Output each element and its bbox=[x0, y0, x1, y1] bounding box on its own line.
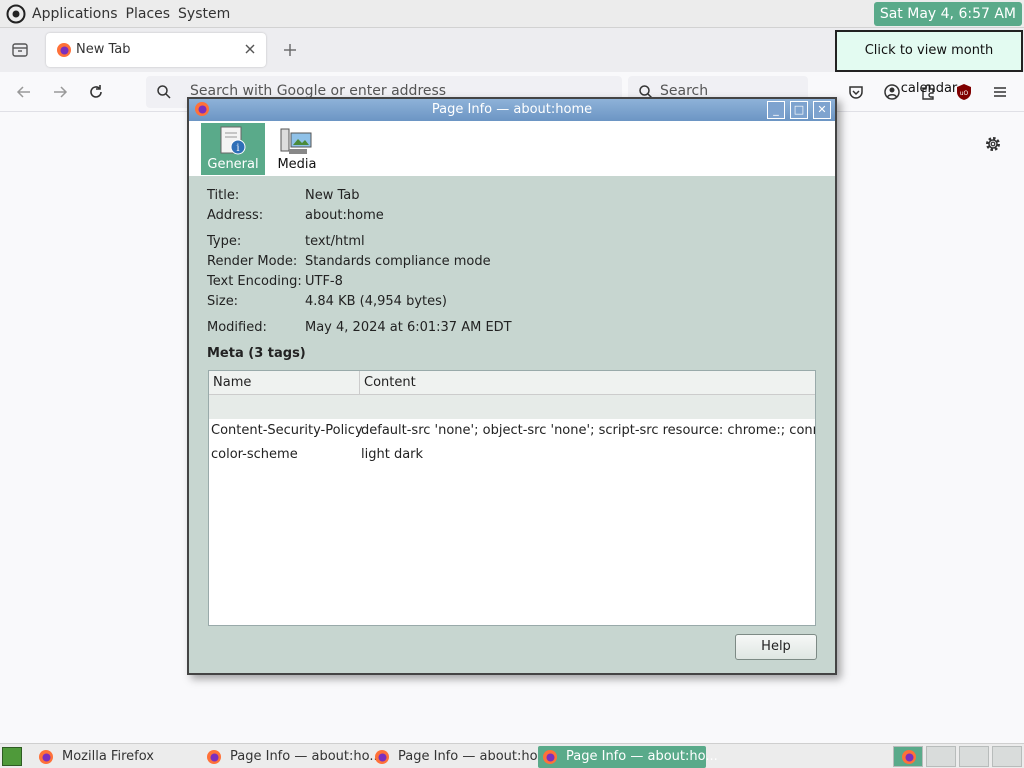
top-panel: Applications Places System Sat May 4, 6:… bbox=[0, 0, 1024, 28]
table-row[interactable]: color-scheme light dark bbox=[209, 443, 815, 467]
firefox-icon bbox=[39, 750, 53, 764]
firefox-icon bbox=[902, 750, 916, 764]
new-tab-plus-icon[interactable] bbox=[280, 40, 300, 60]
media-icon bbox=[280, 128, 312, 154]
workspace-1[interactable] bbox=[893, 746, 923, 767]
firefox-icon bbox=[57, 43, 71, 57]
task-page-info-1[interactable]: Page Info — about:ho... bbox=[202, 746, 382, 768]
gear-icon[interactable] bbox=[983, 134, 1003, 154]
show-desktop-icon[interactable] bbox=[2, 747, 22, 766]
tab-general-label: General bbox=[207, 157, 259, 172]
tab-media[interactable]: Media bbox=[265, 123, 329, 175]
svg-text:uO: uO bbox=[960, 90, 969, 97]
column-header-content[interactable]: Content bbox=[364, 375, 416, 390]
meta-table-header: Name Content bbox=[209, 371, 815, 395]
svg-text:i: i bbox=[236, 143, 239, 154]
distro-logo-icon[interactable] bbox=[6, 4, 26, 24]
tab-label: New Tab bbox=[76, 42, 131, 57]
general-info-icon: i bbox=[220, 126, 246, 155]
table-row[interactable] bbox=[209, 395, 815, 419]
close-tab-icon[interactable] bbox=[242, 41, 258, 57]
places-menu[interactable]: Places bbox=[126, 6, 171, 22]
table-row[interactable]: Content-Security-Policy default-src 'non… bbox=[209, 419, 815, 443]
search-icon bbox=[157, 85, 171, 99]
page-info-dialog: Page Info — about:home _ □ ✕ i General M… bbox=[187, 97, 837, 675]
tab-new-tab[interactable]: New Tab bbox=[46, 33, 266, 67]
clock-tooltip: Click to view month calendar bbox=[835, 30, 1023, 96]
workspace-4[interactable] bbox=[992, 746, 1022, 767]
workspace-3[interactable] bbox=[959, 746, 989, 767]
task-page-info-3[interactable]: Page Info — about:ho... bbox=[538, 746, 718, 768]
column-separator[interactable] bbox=[359, 371, 360, 395]
account-icon[interactable] bbox=[882, 82, 902, 102]
hamburger-menu-icon[interactable] bbox=[990, 82, 1010, 102]
firefox-icon bbox=[375, 750, 389, 764]
dialog-title: Page Info — about:home bbox=[431, 102, 593, 117]
dialog-toolbar: i General Media bbox=[189, 121, 835, 176]
column-header-name[interactable]: Name bbox=[213, 375, 251, 390]
reload-icon[interactable] bbox=[86, 82, 106, 102]
system-menu[interactable]: System bbox=[178, 6, 230, 22]
clock[interactable]: Sat May 4, 6:57 AM bbox=[873, 2, 1022, 26]
firefox-icon bbox=[207, 750, 221, 764]
task-firefox[interactable]: Mozilla Firefox bbox=[34, 746, 194, 768]
tab-media-label: Media bbox=[277, 157, 317, 172]
forward-icon[interactable] bbox=[50, 82, 70, 102]
firefox-icon bbox=[543, 750, 557, 764]
dialog-titlebar[interactable]: Page Info — about:home _ □ ✕ bbox=[189, 99, 835, 121]
task-page-info-2[interactable]: Page Info — about:ho... bbox=[370, 746, 550, 768]
help-button[interactable]: Help bbox=[735, 634, 817, 660]
meta-table[interactable]: Name Content Content-Security-Policy def… bbox=[208, 370, 816, 626]
minimize-button[interactable]: _ bbox=[767, 101, 785, 119]
back-icon[interactable] bbox=[14, 82, 34, 102]
maximize-button[interactable]: □ bbox=[790, 101, 808, 119]
workspace-2[interactable] bbox=[926, 746, 956, 767]
bottom-taskbar: Mozilla Firefox Page Info — about:ho... … bbox=[0, 743, 1024, 768]
meta-title: Meta (3 tags) bbox=[207, 346, 306, 361]
tab-general[interactable]: i General bbox=[201, 123, 265, 175]
applications-menu[interactable]: Applications bbox=[32, 6, 118, 22]
close-button[interactable]: ✕ bbox=[813, 101, 831, 119]
pocket-icon[interactable] bbox=[846, 82, 866, 102]
list-all-tabs-icon[interactable] bbox=[10, 40, 30, 60]
